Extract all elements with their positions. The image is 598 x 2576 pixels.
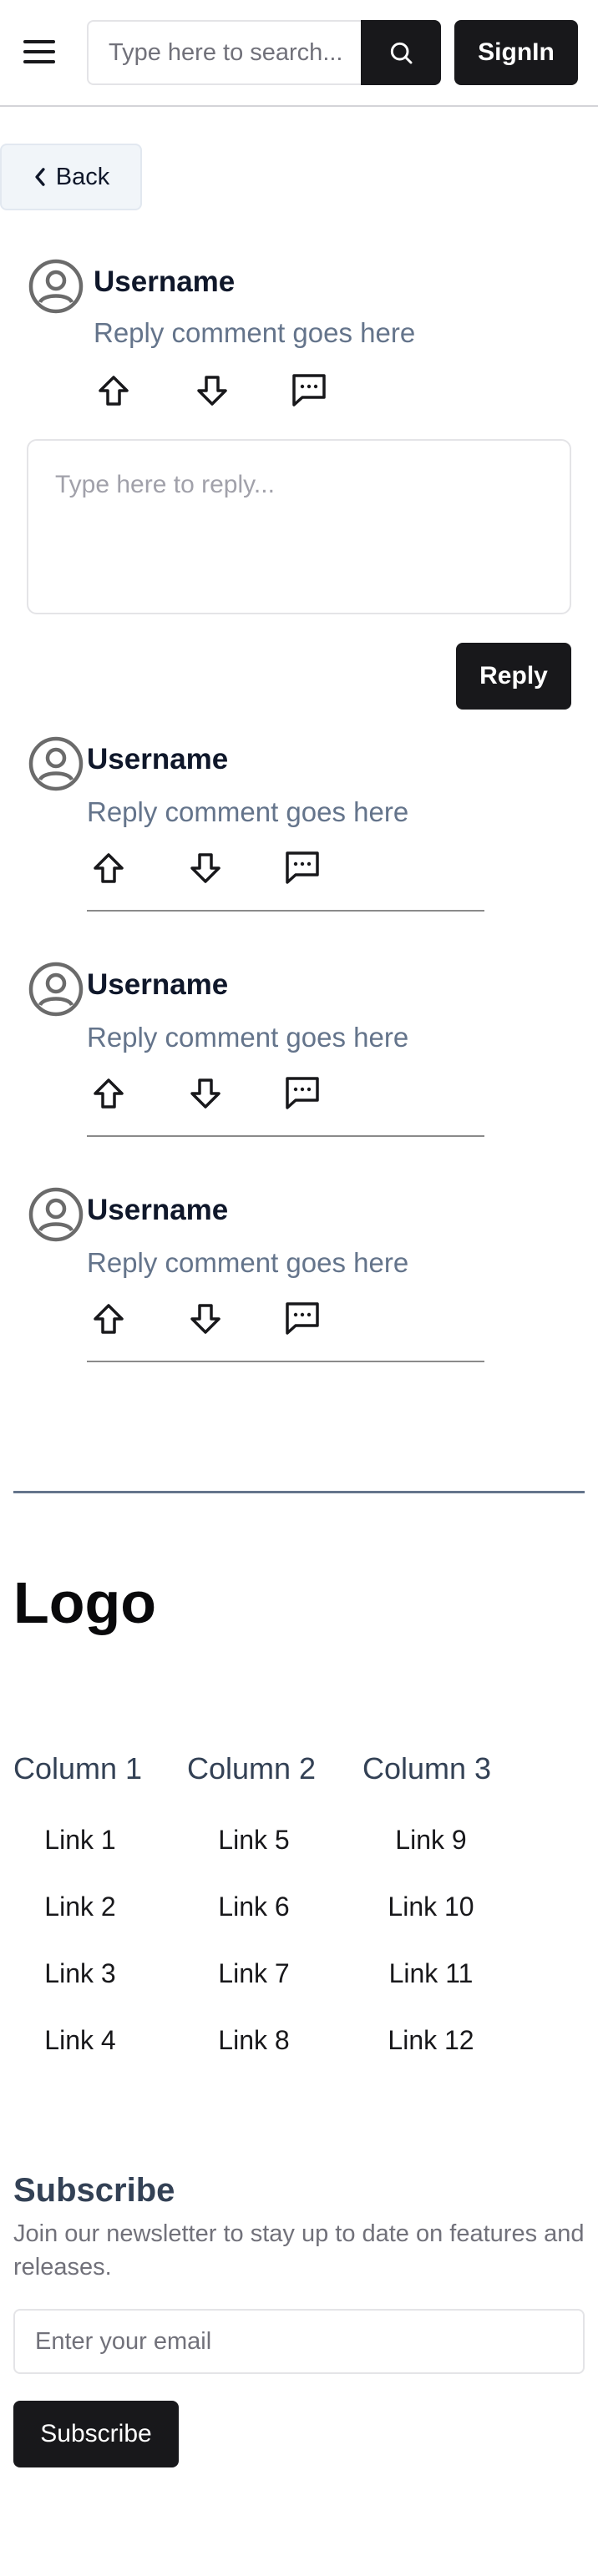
footer-logo[interactable]: Logo: [13, 1569, 156, 1636]
user-avatar-icon: [28, 962, 84, 1017]
search-input[interactable]: [87, 20, 362, 85]
downvote-arrow-icon[interactable]: [187, 1075, 224, 1112]
footer-link[interactable]: Link 11: [364, 1958, 498, 1989]
upvote-arrow-icon[interactable]: [95, 372, 132, 409]
downvote-arrow-icon[interactable]: [194, 372, 231, 409]
footer-divider: [13, 1491, 585, 1493]
comment-text: Reply comment goes here: [94, 317, 416, 348]
footer-link[interactable]: Link 1: [13, 1825, 147, 1856]
reply-text: Reply comment goes here: [87, 796, 409, 827]
footer-column-title: Column 3: [362, 1751, 492, 1786]
chevron-left-icon: [35, 168, 45, 186]
reply-username: Username: [87, 968, 229, 1001]
comment-icon[interactable]: [284, 848, 321, 885]
reply-textarea[interactable]: [27, 439, 571, 614]
footer-link[interactable]: Link 4: [13, 2025, 147, 2056]
comment-icon[interactable]: [284, 1299, 321, 1336]
hamburger-menu-icon[interactable]: [23, 40, 55, 67]
back-button[interactable]: Back: [0, 144, 142, 210]
signin-button[interactable]: SignIn: [454, 20, 578, 85]
footer-column-title: Column 1: [13, 1751, 143, 1786]
footer-link[interactable]: Link 6: [187, 1892, 321, 1922]
footer-link[interactable]: Link 5: [187, 1825, 321, 1856]
footer-column-title: Column 2: [187, 1751, 317, 1786]
back-label: Back: [55, 163, 110, 190]
reply-divider: [87, 1135, 484, 1137]
comment-icon[interactable]: [284, 1073, 321, 1110]
top-nav: SignIn: [0, 0, 598, 107]
reply-username: Username: [87, 743, 229, 775]
upvote-arrow-icon[interactable]: [90, 850, 127, 886]
footer-link[interactable]: Link 8: [187, 2025, 321, 2056]
user-avatar-icon: [28, 736, 84, 791]
upvote-arrow-icon[interactable]: [90, 1301, 127, 1337]
footer-link[interactable]: Link 7: [187, 1958, 321, 1989]
email-field[interactable]: [13, 2309, 585, 2374]
reply-username: Username: [87, 1194, 229, 1226]
footer-link[interactable]: Link 2: [13, 1892, 147, 1922]
user-avatar-icon: [28, 1187, 84, 1242]
reply-divider: [87, 1361, 484, 1362]
search-button[interactable]: [361, 20, 441, 85]
reply-text: Reply comment goes here: [87, 1022, 409, 1053]
subscribe-button[interactable]: Subscribe: [13, 2401, 179, 2467]
comment-username: Username: [94, 265, 236, 298]
user-avatar-icon: [28, 259, 84, 314]
footer-link[interactable]: Link 3: [13, 1958, 147, 1989]
subscribe-title: Subscribe: [13, 2172, 175, 2209]
upvote-arrow-icon[interactable]: [90, 1075, 127, 1112]
footer-link[interactable]: Link 9: [364, 1825, 498, 1856]
subscribe-description: Join our newsletter to stay up to date o…: [13, 2220, 585, 2281]
reply-button[interactable]: Reply: [456, 643, 571, 710]
footer-link[interactable]: Link 12: [364, 2025, 498, 2056]
reply-divider: [87, 910, 484, 912]
search-icon: [390, 42, 413, 64]
comment-icon[interactable]: [291, 371, 327, 407]
downvote-arrow-icon[interactable]: [187, 1301, 224, 1337]
reply-text: Reply comment goes here: [87, 1247, 409, 1278]
footer-link[interactable]: Link 10: [364, 1892, 498, 1922]
downvote-arrow-icon[interactable]: [187, 850, 224, 886]
